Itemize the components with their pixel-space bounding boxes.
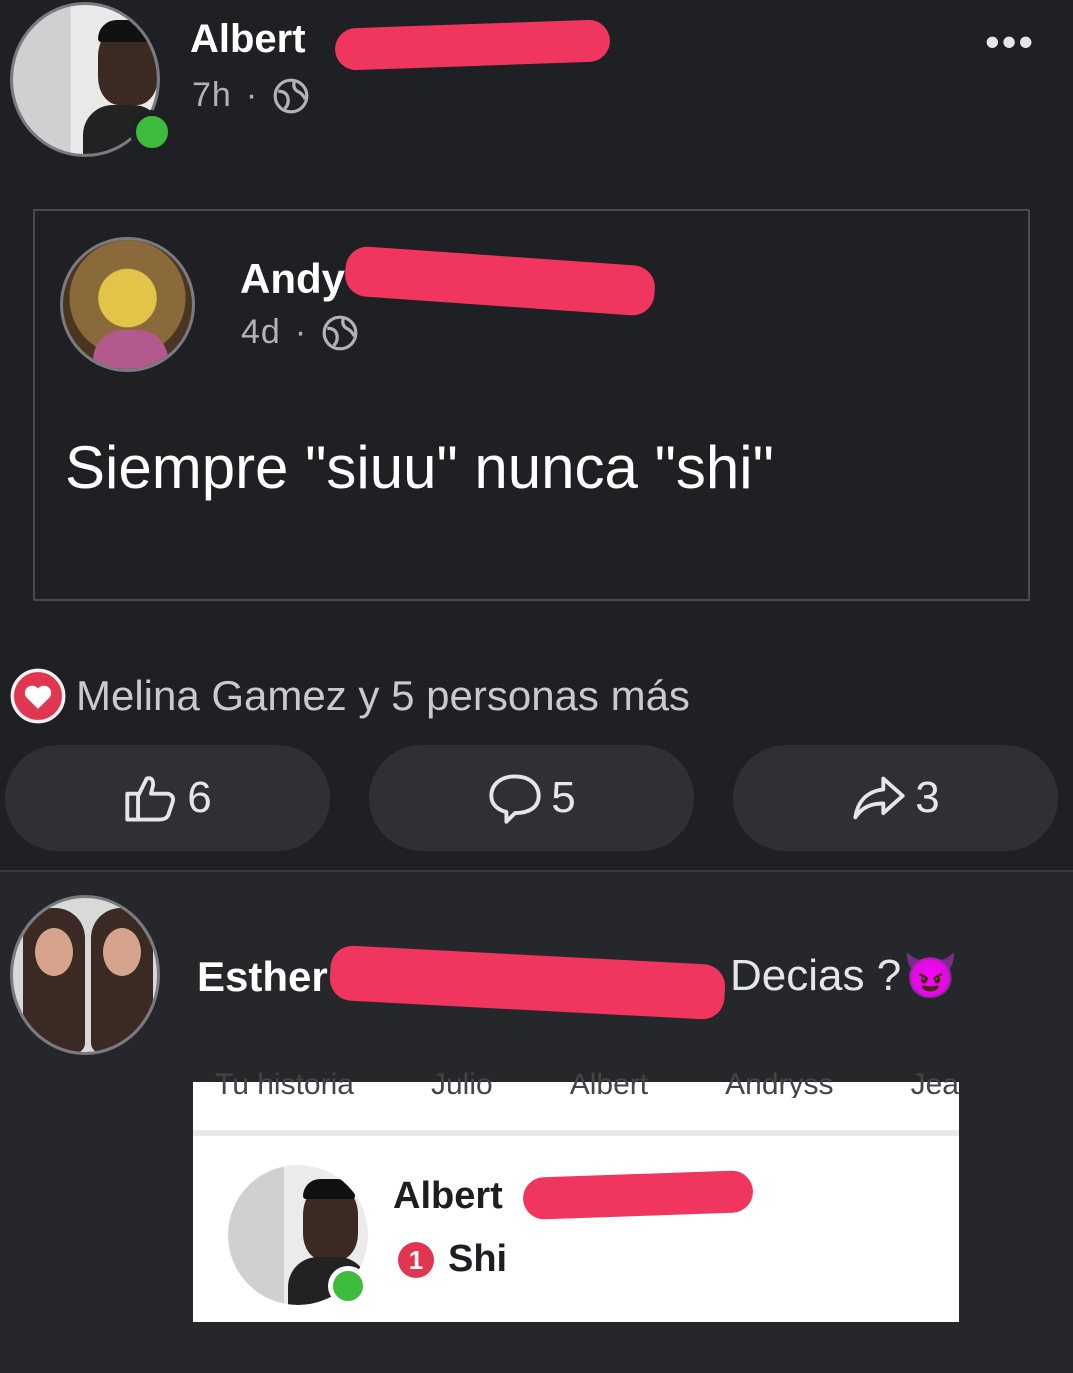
comment-text: Decias ? (730, 951, 902, 1000)
shared-author-avatar[interactable] (60, 237, 195, 372)
chat-name[interactable]: Albert (393, 1175, 503, 1218)
online-indicator (130, 110, 174, 154)
share-button[interactable]: 3 (733, 745, 1058, 851)
shared-post-text: Siempre "siuu" nunca "shi" (65, 434, 774, 501)
post-meta: 7h · (192, 76, 310, 115)
divider (0, 870, 1073, 872)
more-options-button[interactable]: ••• (985, 18, 1035, 66)
story-tab: Tu historia (215, 1068, 354, 1098)
comment-button[interactable]: 5 (369, 745, 694, 851)
thumbs-up-icon (125, 776, 176, 822)
redaction-mark (522, 1169, 754, 1221)
story-tab: Albert (569, 1068, 649, 1098)
commenter-name[interactable]: Esther (197, 953, 328, 1001)
unread-badge: 1 (398, 1241, 434, 1278)
reactions-text: Melina Gamez y 5 personas más (76, 672, 690, 719)
globe-icon (322, 315, 358, 350)
redaction-mark (343, 245, 657, 317)
shared-post-meta: 4d · (241, 313, 359, 352)
author-name[interactable]: Albert (190, 17, 306, 62)
comment-text-row: Decias ? 😈 (730, 950, 958, 1002)
story-tab: Andryss (725, 1068, 834, 1098)
reactions-summary[interactable]: Melina Gamez y 5 personas más (10, 668, 690, 724)
heart-reaction-icon (10, 668, 66, 724)
attached-screenshot[interactable]: Tu historia Julio Albert Andryss Jea Alb… (193, 1068, 959, 1322)
like-count: 6 (187, 773, 212, 822)
shared-post[interactable]: Andy B 4d · Siempre "siuu" nunca "shi" (33, 209, 1030, 601)
comment-count: 5 (551, 773, 576, 822)
online-indicator (328, 1266, 368, 1306)
story-tab: Julio (431, 1068, 493, 1098)
post-time[interactable]: 7h (192, 76, 232, 115)
share-icon (853, 776, 905, 820)
story-tabs: Tu historia Julio Albert Andryss Jea (193, 1068, 959, 1098)
comment-icon (489, 774, 541, 824)
globe-icon (273, 78, 309, 113)
devil-emoji-icon: 😈 (903, 952, 958, 1001)
chat-message-row: 1 Shi (398, 1238, 507, 1281)
story-tab: Jea (910, 1068, 959, 1098)
post-card: Albert 7h · ••• Andy B 4d · Siempre "siu… (0, 0, 1073, 870)
like-button[interactable]: 6 (5, 745, 330, 851)
redaction-mark (328, 944, 727, 1021)
chat-message: Shi (448, 1238, 508, 1280)
redaction-mark (334, 19, 611, 71)
divider (193, 1130, 959, 1136)
share-count: 3 (915, 773, 940, 822)
shared-post-time[interactable]: 4d (241, 313, 281, 352)
commenter-avatar[interactable] (10, 895, 160, 1055)
